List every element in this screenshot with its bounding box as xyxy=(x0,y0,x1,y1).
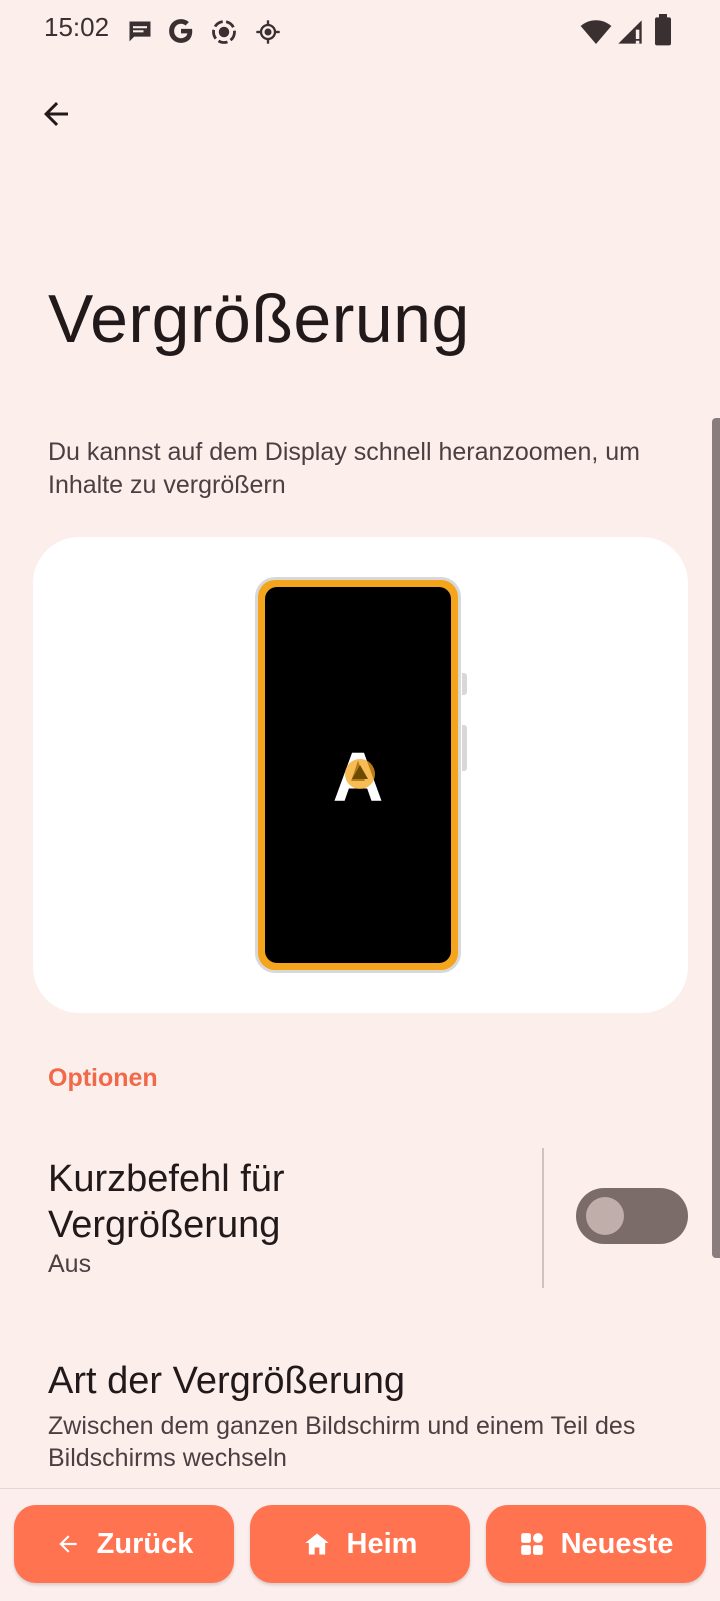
apps-grid-icon xyxy=(519,1531,545,1557)
google-icon xyxy=(169,19,193,43)
section-header-options: Optionen xyxy=(48,1064,158,1092)
scrollbar[interactable] xyxy=(712,418,720,1258)
location-icon xyxy=(256,20,280,44)
battery-icon xyxy=(655,14,671,46)
zoom-pointer-icon xyxy=(352,765,368,779)
shortcut-toggle[interactable] xyxy=(576,1188,688,1244)
magnification-type-summary: Zwischen dem ganzen Bildschirm und einem… xyxy=(48,1412,636,1472)
phone-screen: A xyxy=(265,587,451,963)
screen-record-icon xyxy=(212,20,236,44)
signal-icon xyxy=(618,20,642,44)
back-button[interactable] xyxy=(34,92,78,136)
nav-back-label: Zurück xyxy=(96,1527,194,1560)
nav-home-label: Heim xyxy=(346,1527,418,1560)
page-description: Du kannst auf dem Display schnell heranz… xyxy=(48,438,640,499)
magnification-type-preference[interactable]: Art der Vergrößerung Zwischen dem ganzen… xyxy=(0,1350,720,1472)
home-icon xyxy=(303,1530,331,1558)
preference-divider xyxy=(542,1148,544,1288)
nav-recents-button[interactable]: Neueste xyxy=(486,1505,706,1583)
navigation-bar: Zurück Heim Neueste xyxy=(0,1488,720,1601)
status-time: 15:02 xyxy=(44,12,110,42)
wifi-icon xyxy=(580,20,612,44)
status-bar: 15:02 xyxy=(0,0,720,64)
phone-side-button xyxy=(462,725,467,771)
nav-home-button[interactable]: Heim xyxy=(250,1505,470,1583)
arrow-left-icon xyxy=(55,1531,81,1557)
shortcut-summary: Aus xyxy=(48,1250,92,1278)
shortcut-preference[interactable]: Kurzbefehl für Vergrößerung Aus xyxy=(0,1140,720,1300)
nav-recents-label: Neueste xyxy=(560,1527,674,1560)
phone-illustration: A xyxy=(255,577,467,973)
arrow-back-icon xyxy=(44,102,68,126)
phone-side-button xyxy=(462,673,467,695)
toggle-knob xyxy=(586,1197,624,1235)
shortcut-title: Kurzbefehl für Vergrößerung xyxy=(48,1158,285,1246)
magnification-type-title: Art der Vergrößerung xyxy=(48,1360,405,1402)
nav-back-button[interactable]: Zurück xyxy=(14,1505,234,1583)
message-icon xyxy=(129,21,151,42)
page-title: Vergrößerung xyxy=(48,281,470,357)
phone-highlight-border: A xyxy=(258,580,458,970)
illustration-card: A xyxy=(33,537,688,1013)
